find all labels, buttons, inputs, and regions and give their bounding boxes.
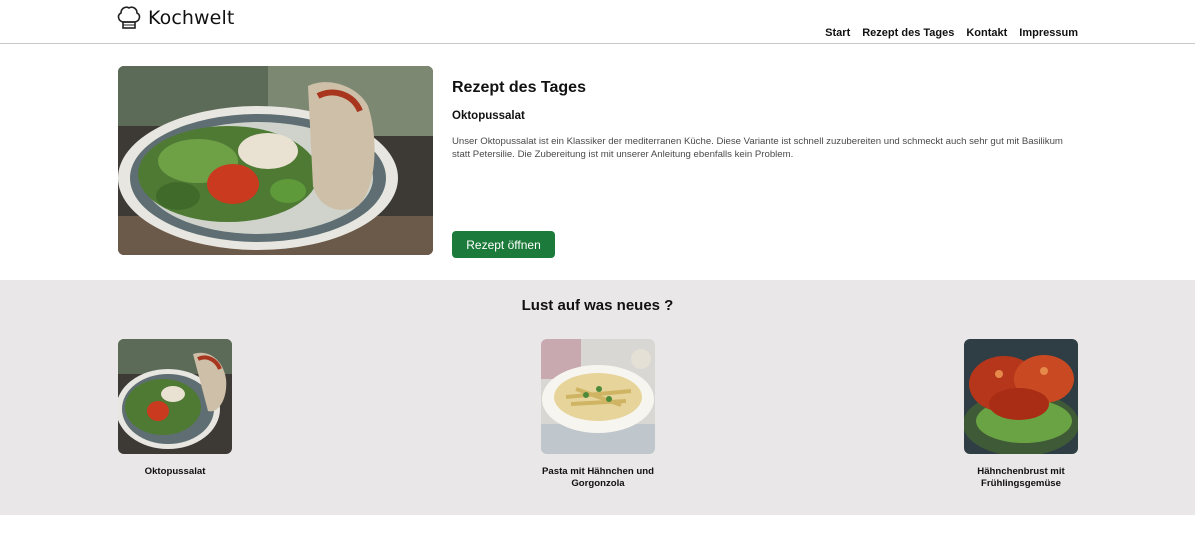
open-recipe-button[interactable]: Rezept öffnen <box>452 231 555 258</box>
suggestions-title: Lust auf was neues ? <box>521 297 674 314</box>
nav-impressum[interactable]: Impressum <box>1019 27 1078 39</box>
recipe-card-label[interactable]: Pasta mit Hähnchen und Gorgonzola <box>531 466 665 490</box>
nav-start[interactable]: Start <box>825 27 850 39</box>
recipe-card-pasta[interactable]: Pasta mit Hähnchen und Gorgonzola <box>531 339 665 490</box>
site-header: Kochwelt Start Rezept des Tages Kontakt … <box>0 0 1195 44</box>
suggestions-section: Lust auf was neues ? Oktopussalat Pasta … <box>0 280 1195 515</box>
recipe-name: Oktopussalat <box>452 110 525 122</box>
logo[interactable]: Kochwelt <box>117 4 234 31</box>
recipe-card-image[interactable] <box>541 339 655 454</box>
recipe-card-image[interactable] <box>118 339 232 454</box>
recipe-card-label[interactable]: Oktopussalat <box>108 466 242 478</box>
recipe-card-image[interactable] <box>964 339 1078 454</box>
recipe-card-oktopussalat[interactable]: Oktopussalat <box>108 339 242 478</box>
octopus-salad-image <box>118 66 433 255</box>
recipe-card-label[interactable]: Hähnchenbrust mit Frühlingsgemüse <box>954 466 1088 490</box>
logo-text: Kochwelt <box>148 7 235 29</box>
recipe-of-the-day: Rezept des Tages Oktopussalat Unser Okto… <box>0 44 1195 280</box>
recipe-description: Unser Oktopussalat ist ein Klassiker der… <box>452 136 1063 160</box>
chef-hat-icon <box>117 6 141 29</box>
recipe-of-the-day-title: Rezept des Tages <box>452 79 586 96</box>
main-nav: Start Rezept des Tages Kontakt Impressum <box>825 27 1078 39</box>
nav-kontakt[interactable]: Kontakt <box>966 27 1007 39</box>
nav-rezept-des-tages[interactable]: Rezept des Tages <box>862 27 954 39</box>
recipe-card-haehnchenbrust[interactable]: Hähnchenbrust mit Frühlingsgemüse <box>954 339 1088 490</box>
